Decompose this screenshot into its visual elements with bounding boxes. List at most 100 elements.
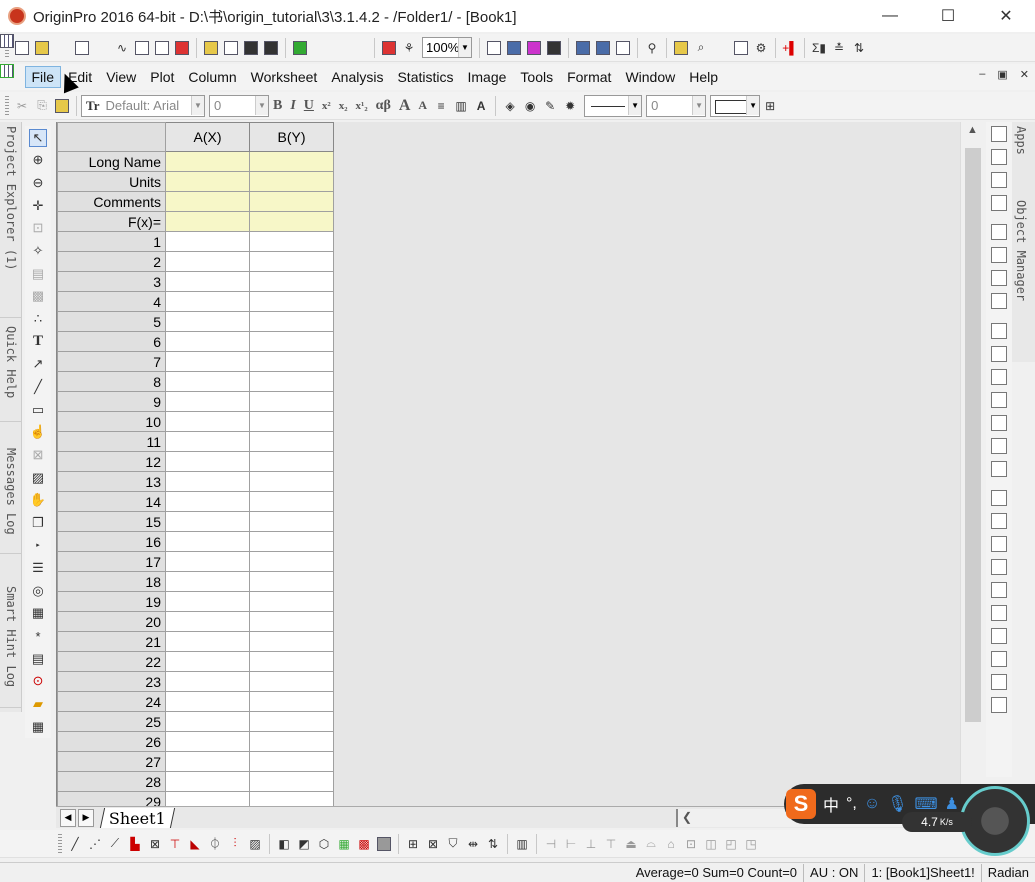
polar-plot-icon[interactable]: ⏀ bbox=[207, 835, 224, 852]
cell-a[interactable] bbox=[165, 631, 250, 652]
folder-icon[interactable]: ▰ bbox=[29, 695, 47, 713]
align-top-icon[interactable] bbox=[991, 368, 1007, 385]
layer-icon[interactable] bbox=[991, 125, 1007, 142]
row-header[interactable]: 5 bbox=[57, 311, 166, 332]
row-header[interactable]: 1 bbox=[57, 231, 166, 252]
cell-b[interactable] bbox=[249, 591, 334, 612]
paste-icon[interactable] bbox=[54, 97, 71, 114]
rescale-icon[interactable] bbox=[991, 171, 1007, 188]
align-right-icon[interactable] bbox=[991, 345, 1007, 362]
scroll-thumb[interactable] bbox=[965, 148, 981, 722]
object-tool-7-icon[interactable]: ⌂ bbox=[663, 835, 680, 852]
heatmap-icon[interactable]: ▩ bbox=[356, 835, 373, 852]
toolbar-grip[interactable] bbox=[58, 833, 62, 854]
object-tool-9-icon[interactable]: ◫ bbox=[703, 835, 720, 852]
row-header[interactable]: 13 bbox=[57, 471, 166, 492]
cell-b[interactable] bbox=[249, 731, 334, 752]
row-header[interactable]: 28 bbox=[57, 771, 166, 792]
cell-b[interactable] bbox=[249, 631, 334, 652]
cell-a[interactable] bbox=[165, 651, 250, 672]
row-header[interactable]: 21 bbox=[57, 631, 166, 652]
meta-row-label[interactable]: F(x)= bbox=[57, 211, 166, 232]
cell-b[interactable] bbox=[249, 511, 334, 532]
cell-a[interactable] bbox=[165, 391, 250, 412]
cell-b[interactable] bbox=[249, 571, 334, 592]
find-icon[interactable] bbox=[673, 39, 690, 56]
object-tool-6-icon[interactable]: ⌓ bbox=[643, 835, 660, 852]
bar-pattern-icon[interactable]: ▥ bbox=[453, 97, 470, 114]
scroll-left-icon[interactable]: ❮ bbox=[682, 810, 692, 824]
cell-b[interactable] bbox=[249, 471, 334, 492]
cell-a[interactable] bbox=[165, 231, 250, 252]
object-tool-2-icon[interactable]: ⊢ bbox=[563, 835, 580, 852]
arrow-tool-icon[interactable]: ↗ bbox=[29, 355, 47, 373]
project-tree-icon[interactable]: ⚲ bbox=[644, 39, 661, 56]
same-height-icon[interactable] bbox=[991, 490, 1007, 506]
front-icon[interactable] bbox=[991, 628, 1007, 644]
superscript-button[interactable]: x² bbox=[322, 100, 331, 112]
bold-button[interactable]: B bbox=[273, 98, 282, 114]
surface-3d-icon[interactable]: ◧ bbox=[276, 835, 293, 852]
wireframe-icon[interactable]: ⬡ bbox=[316, 835, 333, 852]
cell-a[interactable] bbox=[165, 591, 250, 612]
align-icon[interactable]: ≡ bbox=[433, 97, 450, 114]
cell-a[interactable] bbox=[165, 671, 250, 692]
import-multiple-icon[interactable] bbox=[0, 34, 329, 56]
scroll-up-icon[interactable]: ▲ bbox=[967, 124, 978, 136]
row-header[interactable]: 3 bbox=[57, 271, 166, 292]
new-workbook-icon[interactable] bbox=[0, 34, 71, 56]
line-plot-icon[interactable]: ╱ bbox=[67, 835, 84, 852]
set-values-icon[interactable] bbox=[733, 39, 750, 56]
border-color-dropdown[interactable]: ▼ bbox=[710, 94, 761, 117]
cell-a[interactable] bbox=[165, 511, 250, 532]
area-plot-icon[interactable]: ◣ bbox=[187, 835, 204, 852]
row-header[interactable]: 25 bbox=[57, 711, 166, 732]
supsub-button[interactable]: x¹₂ bbox=[356, 100, 368, 112]
data-selector-icon[interactable]: ▤ bbox=[29, 265, 47, 283]
forward-icon[interactable] bbox=[991, 674, 1007, 690]
row-header[interactable]: 18 bbox=[57, 571, 166, 592]
cell-b[interactable] bbox=[249, 791, 334, 806]
tab-project-explorer[interactable]: Project Explorer (1) bbox=[0, 122, 22, 318]
minimize-button[interactable]: — bbox=[861, 0, 919, 32]
new-notes-icon[interactable] bbox=[154, 39, 171, 56]
new-function-icon[interactable]: ∿ bbox=[114, 39, 131, 56]
row-header[interactable]: 27 bbox=[57, 751, 166, 772]
row-header[interactable]: 12 bbox=[57, 451, 166, 472]
cell-b[interactable] bbox=[249, 311, 334, 332]
grid-layout-icon[interactable] bbox=[991, 247, 1007, 263]
row-header[interactable]: 9 bbox=[57, 391, 166, 412]
menu-analysis[interactable]: Analysis bbox=[324, 66, 390, 88]
status-au[interactable]: AU : ON bbox=[803, 863, 864, 882]
asterisk-icon[interactable]: * bbox=[29, 627, 47, 645]
row-header[interactable]: 14 bbox=[57, 491, 166, 512]
menu-file[interactable]: File bbox=[24, 66, 62, 88]
underline-button[interactable]: U bbox=[304, 98, 314, 114]
align-hcenter-icon[interactable] bbox=[991, 437, 1007, 454]
contour-icon[interactable]: ▦ bbox=[336, 835, 353, 852]
cell-a[interactable] bbox=[165, 451, 250, 472]
meta-row-label[interactable]: Long Name bbox=[57, 151, 166, 172]
screen-reader-icon[interactable]: ✛ bbox=[29, 197, 47, 215]
object-tool-5-icon[interactable]: ⏏ bbox=[623, 835, 640, 852]
text-tool-icon[interactable]: T bbox=[29, 333, 47, 351]
menu-view[interactable]: View bbox=[99, 66, 143, 88]
cell-a[interactable] bbox=[165, 251, 250, 272]
table-icon[interactable]: ▦ bbox=[29, 718, 47, 736]
data-reader-icon[interactable]: ⊡ bbox=[29, 219, 47, 237]
meta-cell-a[interactable] bbox=[165, 211, 250, 232]
object-tool-1-icon[interactable]: ⊣ bbox=[543, 835, 560, 852]
emoji-icon[interactable]: ☺ bbox=[864, 795, 880, 813]
same-width-icon[interactable] bbox=[991, 460, 1007, 477]
chevron-down-icon[interactable]: ▼ bbox=[628, 95, 642, 115]
cell-a[interactable] bbox=[165, 431, 250, 452]
cut-icon[interactable]: ✂ bbox=[14, 97, 31, 114]
batch-plot-icon[interactable]: ⚘ bbox=[401, 39, 418, 56]
menu-help[interactable]: Help bbox=[682, 66, 725, 88]
cell-b[interactable] bbox=[249, 671, 334, 692]
mdi-minimize-button[interactable]: – bbox=[979, 68, 985, 81]
cell-a[interactable] bbox=[165, 771, 250, 792]
close-button[interactable]: ✕ bbox=[977, 0, 1035, 32]
pointer-icon[interactable]: ↖ bbox=[29, 128, 47, 147]
cell-a[interactable] bbox=[165, 551, 250, 572]
